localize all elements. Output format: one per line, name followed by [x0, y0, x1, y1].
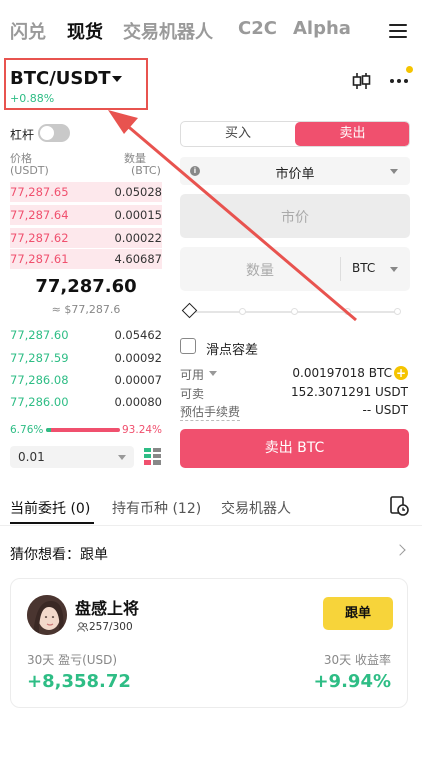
chevron-right-icon[interactable]: [394, 544, 406, 556]
follow-button[interactable]: 跟单: [323, 597, 393, 630]
slider-stop[interactable]: [291, 308, 298, 315]
order-type-select[interactable]: i 市价单: [180, 157, 410, 185]
bid-price: 77,286.00: [10, 395, 69, 409]
quantity-unit[interactable]: BTC: [352, 261, 375, 275]
fee-label[interactable]: 预估手续费: [180, 403, 241, 421]
deposit-plus-icon[interactable]: +: [394, 366, 408, 380]
depth-select[interactable]: 0.01: [10, 446, 134, 468]
leverage-label: 杠杆: [10, 128, 35, 142]
leverage-toggle[interactable]: [38, 124, 70, 142]
chevron-down-icon: [118, 455, 126, 460]
price-field: 市价: [180, 194, 410, 238]
slippage-checkbox[interactable]: [180, 338, 196, 354]
trader-name[interactable]: 盘感上将: [75, 595, 139, 619]
roi-label: 30天 收益率: [323, 653, 391, 667]
copy-trader-card[interactable]: 盘感上将 257/300 跟单 30天 盈亏(USD) 30天 收益率 +8,3…: [10, 578, 408, 708]
ask-price: 77,287.64: [10, 208, 69, 222]
amount-slider[interactable]: [181, 302, 402, 319]
active-tab-underline: [10, 522, 94, 524]
bid-price: 77,287.60: [10, 328, 69, 342]
tab-holdings[interactable]: 持有币种 (12): [112, 498, 201, 518]
order-history-icon[interactable]: [389, 496, 409, 516]
followers-icon: [77, 622, 88, 632]
sell-ratio: 93.24%: [122, 424, 163, 436]
slider-stop[interactable]: [344, 308, 351, 315]
fee-value: -- USDT: [362, 403, 408, 417]
chevron-down-icon: [390, 169, 398, 174]
ask-price: 77,287.62: [10, 231, 69, 245]
top-nav: 闪兑 现货 交易机器人 C2C Alpha: [0, 0, 422, 62]
candlestick-chart-icon[interactable]: [351, 72, 371, 90]
tab-trading-bot[interactable]: 交易机器人: [123, 18, 213, 44]
tab-swap[interactable]: 闪兑: [10, 18, 46, 44]
ask-qty: 0.00022: [114, 231, 162, 245]
chevron-down-icon[interactable]: [209, 371, 217, 376]
slider-thumb[interactable]: [181, 302, 198, 319]
sell-submit-button[interactable]: 卖出 BTC: [180, 429, 409, 468]
bid-price: 77,286.08: [10, 373, 69, 387]
bid-row[interactable]: 77,286.08 0.00007: [10, 370, 162, 390]
sell-tab[interactable]: 卖出: [295, 122, 409, 146]
tab-bots[interactable]: 交易机器人: [221, 498, 291, 518]
tab-spot[interactable]: 现货: [67, 18, 103, 44]
divider: [0, 525, 422, 526]
ask-row[interactable]: 77,287.62 0.00022: [10, 228, 162, 248]
notification-dot: [406, 66, 413, 73]
book-layout-icon[interactable]: [144, 448, 162, 466]
price-unit: (USDT): [10, 164, 49, 177]
followers-count: 257/300: [89, 621, 133, 633]
buy-tab[interactable]: 买入: [181, 122, 295, 146]
pnl-label: 30天 盈亏(USD): [27, 653, 118, 667]
bid-qty: 0.00007: [114, 373, 162, 387]
bid-qty: 0.00080: [114, 395, 162, 409]
bid-row[interactable]: 77,286.00 0.00080: [10, 392, 162, 412]
bid-row[interactable]: 77,287.59 0.00092: [10, 348, 162, 368]
bid-row[interactable]: 77,287.60 0.05462: [10, 325, 162, 345]
sellable-label: 可卖: [180, 387, 205, 401]
tab-c2c[interactable]: C2C: [238, 18, 277, 39]
price-placeholder: 市价: [281, 210, 309, 226]
buy-sell-ratio-bar: [46, 428, 120, 432]
bid-price: 77,287.59: [10, 351, 69, 365]
bid-qty: 0.00092: [114, 351, 162, 365]
tab-alpha[interactable]: Alpha: [293, 18, 351, 39]
tab-open-orders[interactable]: 当前委托 (0): [10, 498, 90, 518]
roi-value: +9.94%: [313, 671, 391, 692]
qty-unit: (BTC): [131, 164, 161, 177]
more-options-icon[interactable]: [389, 78, 409, 84]
ask-row[interactable]: 77,287.65 0.05028: [10, 182, 162, 202]
chevron-down-icon[interactable]: [390, 267, 398, 272]
slider-stop[interactable]: [394, 308, 401, 315]
ask-qty: 4.60687: [114, 252, 162, 266]
recommend-label[interactable]: 猜你想看：跟单: [10, 544, 108, 564]
quantity-field[interactable]: 数量 BTC: [180, 247, 410, 291]
ask-price: 77,287.61: [10, 252, 69, 266]
depth-value: 0.01: [18, 450, 45, 464]
annotation-highlight-box: [4, 58, 148, 110]
ask-row[interactable]: 77,287.64 0.00015: [10, 205, 162, 225]
buy-ratio: 6.76%: [10, 424, 44, 436]
available-label[interactable]: 可用: [180, 366, 204, 383]
ask-qty: 0.00015: [114, 208, 162, 222]
slider-stop[interactable]: [239, 308, 246, 315]
last-price-usd: ≈ $77,287.6: [51, 303, 121, 316]
slippage-label[interactable]: 滑点容差: [206, 339, 258, 358]
ask-qty: 0.05028: [114, 185, 162, 199]
ask-row[interactable]: 77,287.61 4.60687: [10, 249, 162, 269]
menu-icon[interactable]: [389, 24, 407, 38]
order-type-label: 市价单: [275, 167, 315, 182]
last-price: 77,287.60: [35, 276, 137, 297]
divider: [340, 257, 341, 281]
avatar[interactable]: [27, 595, 67, 635]
bid-qty: 0.05462: [114, 328, 162, 342]
quantity-placeholder: 数量: [246, 263, 274, 279]
sellable-value: 152.3071291 USDT: [291, 385, 408, 399]
buy-sell-switch: 买入 卖出: [180, 121, 410, 147]
available-value: 0.00197018 BTC: [292, 366, 392, 380]
ask-price: 77,287.65: [10, 185, 69, 199]
pnl-value: +8,358.72: [27, 671, 131, 692]
